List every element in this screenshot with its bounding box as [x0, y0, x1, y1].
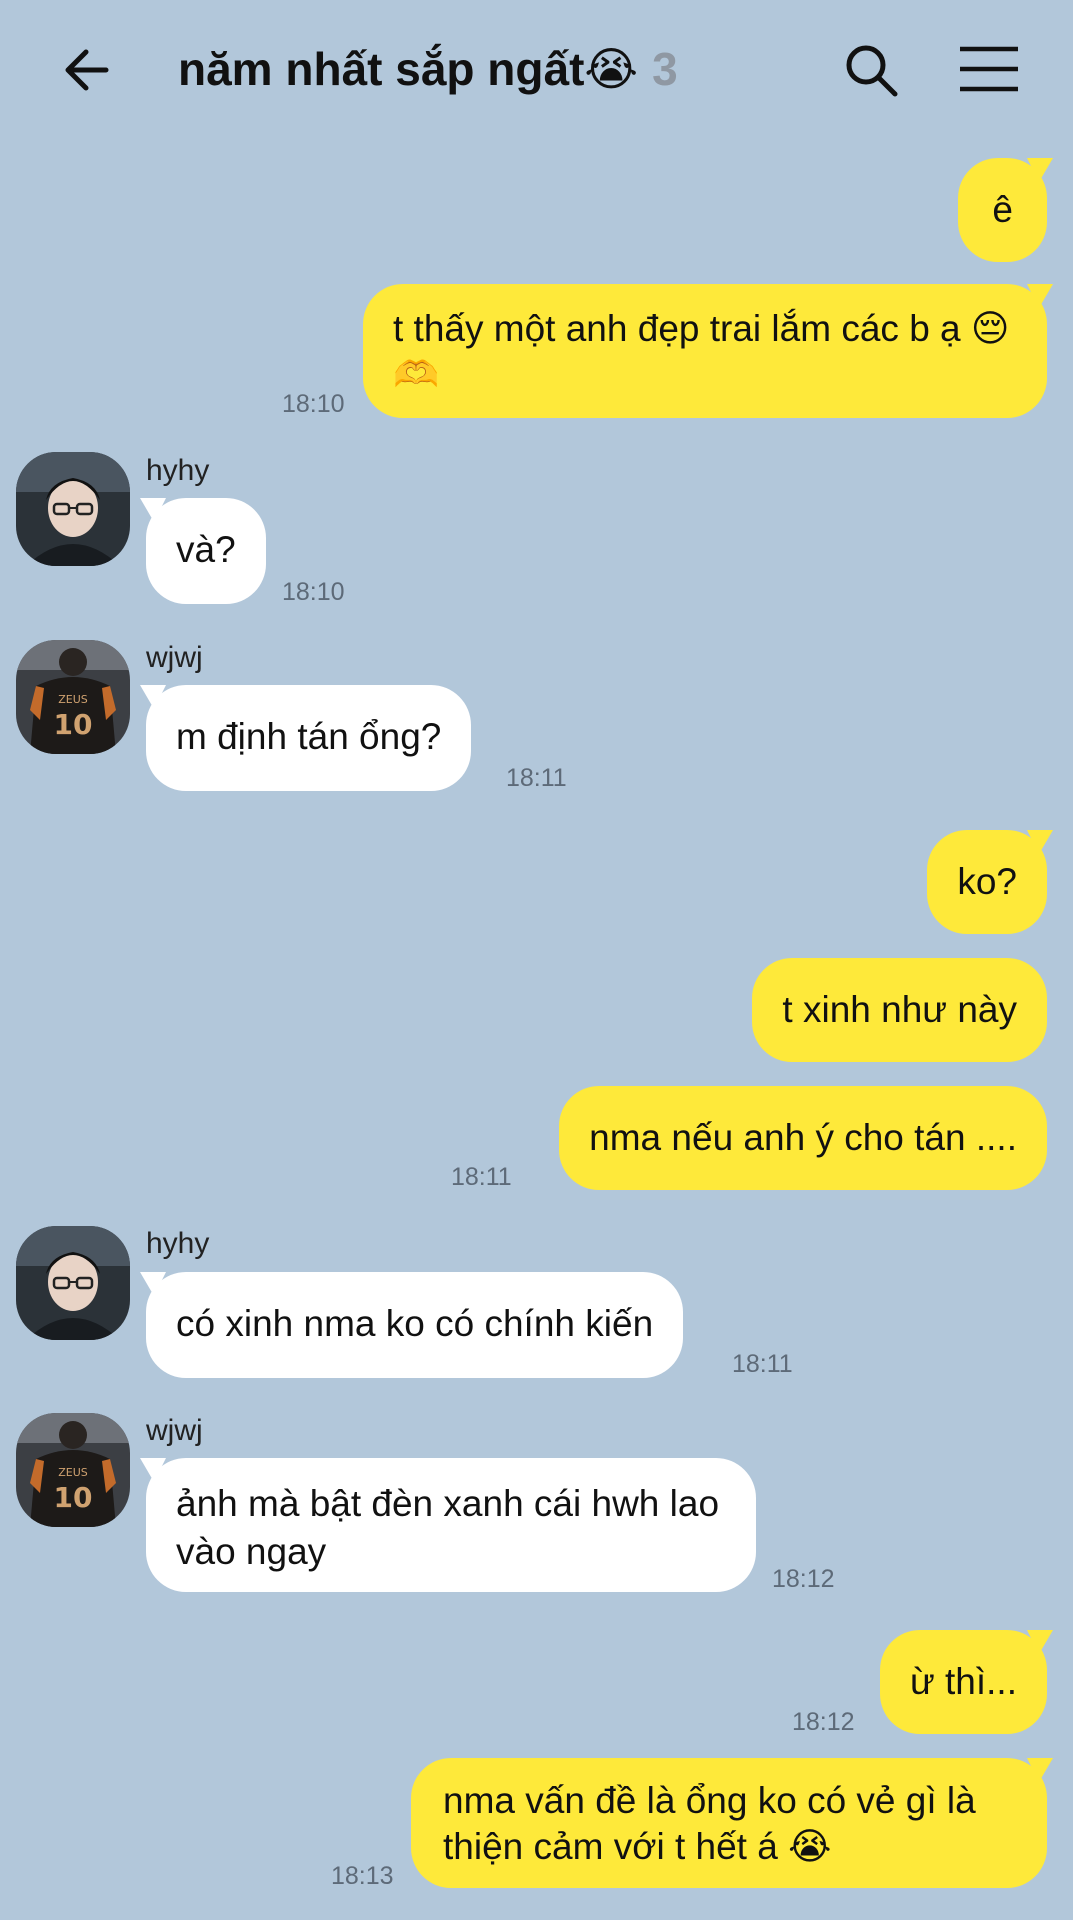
outgoing-message[interactable]: nma nếu anh ý cho tán ....	[559, 1086, 1047, 1190]
bubble-tail	[1027, 1758, 1053, 1782]
sender-name: hyhy	[146, 454, 210, 487]
message-time: 18:10	[282, 390, 345, 418]
sender-name: wjwj	[146, 1414, 203, 1447]
bubble-tail	[1027, 830, 1053, 854]
jersey-10-zeus-avatar-icon: ZEUS 10	[16, 1413, 130, 1527]
bubble-tail	[140, 685, 166, 709]
person-glasses-avatar-icon	[16, 1226, 130, 1340]
avatar-hyhy[interactable]	[16, 452, 130, 566]
outgoing-message[interactable]: ừ thì...	[879, 1630, 1053, 1734]
message-time: 18:11	[506, 764, 567, 792]
message-text: ừ thì...	[909, 1661, 1017, 1702]
menu-icon[interactable]	[958, 44, 1020, 94]
message-time: 18:12	[792, 1708, 855, 1736]
back-arrow-icon[interactable]	[58, 40, 118, 100]
incoming-message[interactable]: và?	[140, 498, 266, 604]
outgoing-message[interactable]: ko?	[927, 830, 1053, 934]
person-glasses-avatar-icon	[16, 452, 130, 566]
message-text: m định tán ổng?	[176, 716, 442, 757]
bubble-tail	[1027, 1630, 1053, 1654]
outgoing-message[interactable]: ê	[958, 158, 1053, 262]
message-text: t xinh như này	[782, 989, 1017, 1030]
svg-text:10: 10	[54, 708, 93, 741]
svg-text:ZEUS: ZEUS	[58, 1466, 88, 1479]
message-time: 18:11	[451, 1163, 512, 1191]
bubble-tail	[140, 1458, 166, 1482]
message-text: có xinh nma ko có chính kiến	[176, 1303, 654, 1344]
chat-header: năm nhất sắp ngất😭 3	[0, 0, 1073, 140]
avatar-wjwj[interactable]: ZEUS 10	[16, 1413, 130, 1527]
bubble-tail	[140, 498, 166, 522]
avatar-hyhy[interactable]	[16, 1226, 130, 1340]
bubble-tail	[1027, 158, 1053, 182]
incoming-message[interactable]: có xinh nma ko có chính kiến	[140, 1272, 684, 1378]
incoming-message[interactable]: ảnh mà bật đèn xanh cái hwh lao vào ngay	[140, 1458, 756, 1592]
message-text: nma vấn đề là ổng ko có vẻ gì là thiện c…	[443, 1780, 976, 1867]
bubble-tail	[140, 1272, 166, 1296]
outgoing-message[interactable]: t thấy một anh đẹp trai lắm các b ạ 😔🫶	[363, 284, 1053, 418]
message-text: ko?	[957, 861, 1017, 902]
message-time: 18:13	[331, 1862, 394, 1890]
chat-title-text: năm nhất sắp ngất😭	[178, 43, 639, 95]
chat-title: năm nhất sắp ngất😭 3	[178, 42, 678, 96]
message-time: 18:12	[772, 1565, 835, 1593]
member-count: 3	[652, 43, 678, 95]
svg-text:10: 10	[54, 1481, 93, 1514]
message-text: và?	[176, 529, 236, 570]
svg-text:ZEUS: ZEUS	[58, 693, 88, 706]
sender-name: wjwj	[146, 641, 203, 674]
avatar-wjwj[interactable]: ZEUS 10	[16, 640, 130, 754]
outgoing-message[interactable]: t xinh như này	[752, 958, 1047, 1062]
search-icon[interactable]	[843, 42, 899, 98]
sender-name: hyhy	[146, 1227, 210, 1260]
message-text: t thấy một anh đẹp trai lắm các b ạ 😔🫶	[393, 308, 1010, 395]
jersey-10-zeus-avatar-icon: ZEUS 10	[16, 640, 130, 754]
message-text: ê	[992, 189, 1013, 230]
message-text: ảnh mà bật đèn xanh cái hwh lao vào ngay	[176, 1483, 720, 1572]
message-time: 18:11	[732, 1350, 793, 1378]
message-text: nma nếu anh ý cho tán ....	[589, 1117, 1017, 1158]
bubble-tail	[1027, 284, 1053, 308]
incoming-message[interactable]: m định tán ổng?	[140, 685, 472, 791]
message-time: 18:10	[282, 578, 345, 606]
outgoing-message[interactable]: nma vấn đề là ổng ko có vẻ gì là thiện c…	[411, 1758, 1053, 1888]
